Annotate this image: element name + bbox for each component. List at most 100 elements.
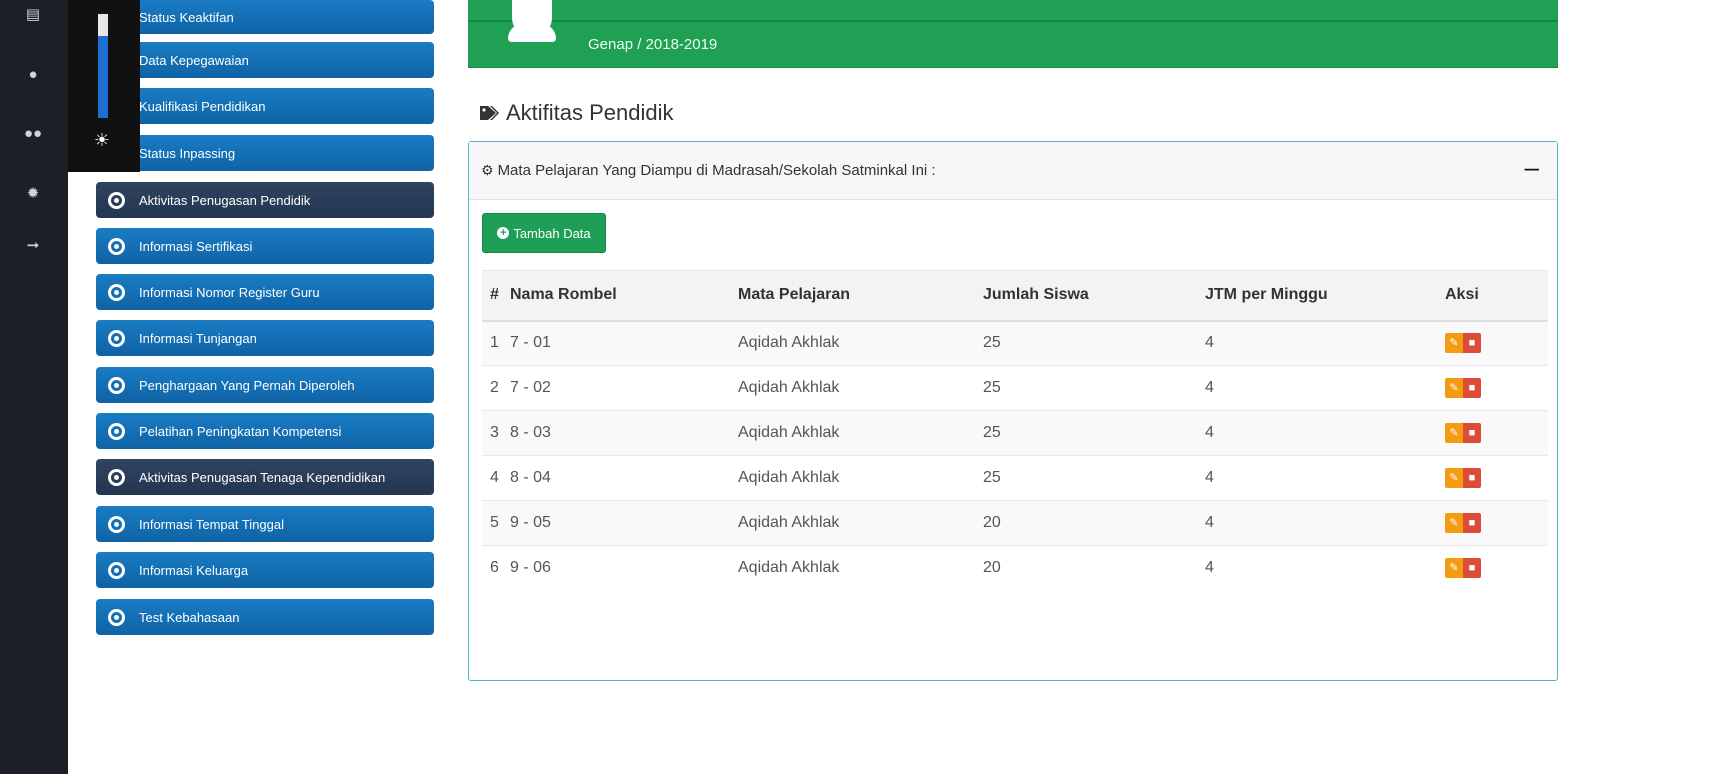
trash-icon[interactable]: ■ — [1463, 333, 1481, 354]
sun-icon: ☀ — [93, 130, 111, 150]
sidebar-item-label: Informasi Keluarga — [139, 562, 249, 578]
plus-circle-icon: + — [497, 227, 510, 239]
row-actions: ✎ ■ — [1445, 333, 1481, 354]
icon-rail: ▤ ● ●● ✹ ➞ — [0, 0, 68, 774]
cell-jumlah-siswa: 20 — [983, 545, 1205, 591]
add-data-button[interactable]: + Tambah Data — [482, 213, 606, 253]
cell-jtm-per-minggu: 4 — [1205, 365, 1445, 411]
subjects-box: ⚙ Mata Pelajaran Yang Diampu di Madrasah… — [468, 141, 1558, 681]
cell-jumlah-siswa: 25 — [983, 455, 1205, 501]
circle-dot-icon — [108, 422, 125, 440]
user-icon[interactable]: ● — [22, 64, 44, 86]
avatar-icon — [508, 0, 556, 42]
circle-dot-icon — [108, 515, 125, 533]
circle-dot-icon — [108, 376, 125, 394]
cell-nama-rombel: 8 - 03 — [510, 410, 738, 456]
cell-mata-pelajaran: Aqidah Akhlak — [738, 320, 983, 366]
gear-icon[interactable]: ✹ — [22, 183, 44, 205]
table-row: 48 - 04 Aqidah Akhlak 25 4 ✎ ■ — [482, 455, 1548, 501]
col-jumlah-siswa: Jumlah Siswa — [983, 270, 1205, 322]
circle-dot-icon — [108, 329, 125, 347]
table-row: 38 - 03 Aqidah Akhlak 25 4 ✎ ■ — [482, 410, 1548, 456]
col-number: # — [482, 270, 510, 322]
trash-icon[interactable]: ■ — [1463, 513, 1481, 533]
sidebar-item[interactable]: Test Kebahasaan — [96, 599, 434, 635]
table-row: 59 - 05 Aqidah Akhlak 20 4 ✎ ■ — [482, 500, 1548, 546]
sidebar-item[interactable]: Pelatihan Peningkatan Kompetensi — [96, 413, 434, 449]
cell-jumlah-siswa: 20 — [983, 500, 1205, 546]
sidebar-item-label: Pelatihan Peningkatan Kompetensi — [139, 423, 342, 439]
sidebar-item[interactable]: Kualifikasi Pendidikan — [96, 88, 434, 124]
edit-icon[interactable]: ✎ — [1445, 513, 1463, 533]
sidebar-item[interactable]: Status Inpassing — [96, 135, 434, 171]
sidebar-item-label: Informasi Nomor Register Guru — [139, 284, 320, 300]
col-mata-pelajaran: Mata Pelajaran — [738, 270, 983, 322]
sidebar-item[interactable]: Informasi Sertifikasi — [96, 228, 434, 264]
semester-label: Genap / 2018-2019 — [588, 36, 718, 53]
cell-mata-pelajaran: Aqidah Akhlak — [738, 365, 983, 411]
sidebar-item[interactable]: Informasi Tunjangan — [96, 320, 434, 356]
sidebar-item-label: Test Kebahasaan — [139, 609, 240, 625]
sidebar-item-label: Status Keaktifan — [139, 9, 234, 25]
row-number: 2 — [482, 365, 510, 411]
trash-icon[interactable]: ■ — [1463, 468, 1481, 488]
sidebar-item-label: Informasi Sertifikasi — [139, 238, 253, 254]
brightness-overlay: ☀ — [68, 0, 140, 172]
table-row: 17 - 01 Aqidah Akhlak 25 4 ✎ ■ — [482, 320, 1548, 366]
sidebar-item-label: Penghargaan Yang Pernah Diperoleh — [139, 377, 355, 393]
subjects-table: # Nama Rombel Mata Pelajaran Jumlah Sisw… — [482, 270, 1548, 591]
cell-nama-rombel: 9 - 05 — [510, 500, 738, 546]
cell-jumlah-siswa: 25 — [983, 365, 1205, 411]
cell-aksi: ✎ ■ — [1445, 320, 1548, 366]
trash-icon[interactable]: ■ — [1463, 558, 1481, 579]
edit-icon[interactable]: ✎ — [1445, 378, 1463, 398]
section-title-text: Aktifitas Pendidik — [506, 100, 674, 125]
box-header-title: Mata Pelajaran Yang Diampu di Madrasah/S… — [497, 162, 936, 179]
cell-mata-pelajaran: Aqidah Akhlak — [738, 410, 983, 456]
cell-jtm-per-minggu: 4 — [1205, 455, 1445, 501]
sidebar-item-label: Informasi Tunjangan — [139, 330, 257, 346]
sidebar-item-label: Aktivitas Penugasan Tenaga Kependidikan — [139, 469, 386, 485]
edit-icon[interactable]: ✎ — [1445, 468, 1463, 488]
row-actions: ✎ ■ — [1445, 468, 1481, 488]
collapse-button[interactable]: – — [1525, 154, 1539, 180]
circle-dot-icon — [108, 283, 125, 301]
cell-nama-rombel: 7 - 02 — [510, 365, 738, 411]
circle-dot-icon — [108, 468, 125, 486]
users-icon[interactable]: ●● — [22, 123, 44, 145]
col-aksi: Aksi — [1445, 270, 1548, 322]
sidebar-item[interactable]: Penghargaan Yang Pernah Diperoleh — [96, 367, 434, 403]
table-row: 69 - 06 Aqidah Akhlak 20 4 ✎ ■ — [482, 545, 1548, 591]
cell-jumlah-siswa: 25 — [983, 410, 1205, 456]
sidebar-item[interactable]: Aktivitas Penugasan Pendidik — [96, 182, 434, 218]
sidebar-item[interactable]: Informasi Tempat Tinggal — [96, 506, 434, 542]
circle-dot-icon — [108, 608, 125, 626]
sidebar-item[interactable]: Data Kepegawaian — [96, 42, 434, 78]
sign-out-icon[interactable]: ➞ — [22, 235, 44, 257]
trash-icon[interactable]: ■ — [1463, 423, 1481, 443]
edit-icon[interactable]: ✎ — [1445, 333, 1463, 354]
sidebar-item[interactable]: Status Keaktifan — [96, 0, 434, 34]
cell-jumlah-siswa: 25 — [983, 320, 1205, 366]
sidebar-item[interactable]: Informasi Nomor Register Guru — [96, 274, 434, 310]
sidebar-item-label: Kualifikasi Pendidikan — [139, 98, 266, 114]
edit-icon[interactable]: ✎ — [1445, 423, 1463, 443]
cell-jtm-per-minggu: 4 — [1205, 410, 1445, 456]
sidebar-item[interactable]: Informasi Keluarga — [96, 552, 434, 588]
document-icon[interactable]: ▤ — [22, 4, 44, 26]
brightness-slider-handle[interactable] — [98, 14, 108, 36]
sidebar-item[interactable]: Aktivitas Penugasan Tenaga Kependidikan — [96, 459, 434, 495]
row-number: 3 — [482, 410, 510, 456]
table-row: 27 - 02 Aqidah Akhlak 25 4 ✎ ■ — [482, 365, 1548, 411]
profile-header: Genap / 2018-2019 — [468, 0, 1558, 68]
row-number: 5 — [482, 500, 510, 546]
row-actions: ✎ ■ — [1445, 558, 1481, 579]
gears-icon: ⚙ — [481, 162, 494, 178]
trash-icon[interactable]: ■ — [1463, 378, 1481, 398]
edit-icon[interactable]: ✎ — [1445, 558, 1463, 579]
profile-header-divider — [468, 20, 1558, 22]
sidebar-item-label: Aktivitas Penugasan Pendidik — [139, 192, 311, 208]
sidebar-item-label: Informasi Tempat Tinggal — [139, 516, 284, 532]
cell-mata-pelajaran: Aqidah Akhlak — [738, 545, 983, 591]
cell-nama-rombel: 9 - 06 — [510, 545, 738, 591]
